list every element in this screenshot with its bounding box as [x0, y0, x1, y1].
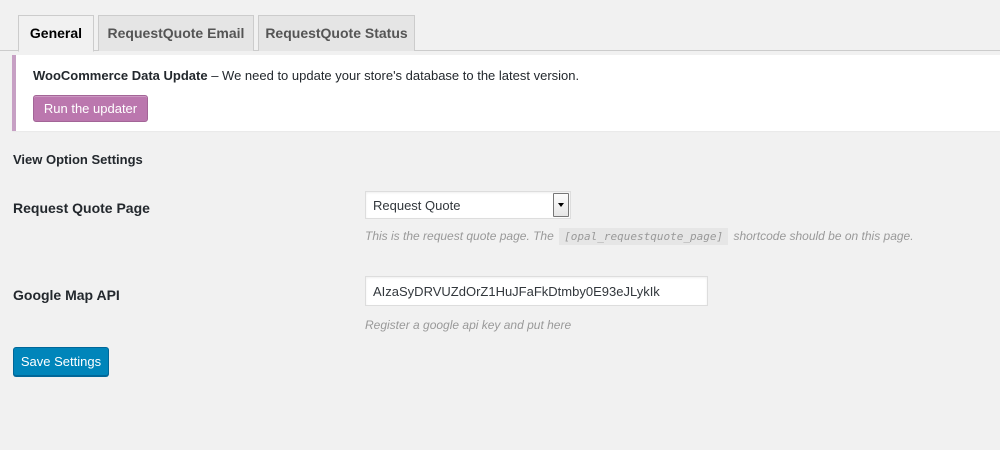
google-map-api-description: Register a google api key and put here: [365, 318, 572, 332]
notice-message: – We need to update your store's databas…: [207, 68, 580, 83]
run-updater-button[interactable]: Run the updater: [33, 95, 148, 122]
settings-page: General RequestQuote Email RequestQuote …: [0, 0, 1000, 450]
tab-general[interactable]: General: [18, 15, 94, 52]
chevron-down-icon[interactable]: [553, 193, 569, 217]
shortcode: [opal_requestquote_page]: [559, 228, 729, 245]
google-map-api-input[interactable]: [365, 276, 708, 306]
request-quote-page-select[interactable]: Request Quote: [365, 191, 571, 219]
tab-requestquote-email[interactable]: RequestQuote Email: [98, 15, 254, 51]
google-map-api-label: Google Map API: [13, 287, 120, 303]
description-text-before: This is the request quote page. The: [365, 229, 554, 243]
request-quote-page-label: Request Quote Page: [13, 200, 150, 216]
tab-requestquote-status[interactable]: RequestQuote Status: [258, 15, 415, 51]
request-quote-page-selected-value: Request Quote: [373, 198, 461, 213]
notice-title: WooCommerce Data Update: [33, 68, 208, 83]
settings-tabs: General RequestQuote Email RequestQuote …: [0, 0, 1000, 52]
notice-text: WooCommerce Data Update – We need to upd…: [33, 68, 579, 83]
request-quote-page-description: This is the request quote page. The [opa…: [365, 228, 914, 245]
description-text-after: shortcode should be on this page.: [733, 229, 914, 243]
woocommerce-update-notice: WooCommerce Data Update – We need to upd…: [12, 55, 1000, 131]
section-title: View Option Settings: [13, 152, 143, 167]
save-settings-button[interactable]: Save Settings: [13, 347, 109, 376]
